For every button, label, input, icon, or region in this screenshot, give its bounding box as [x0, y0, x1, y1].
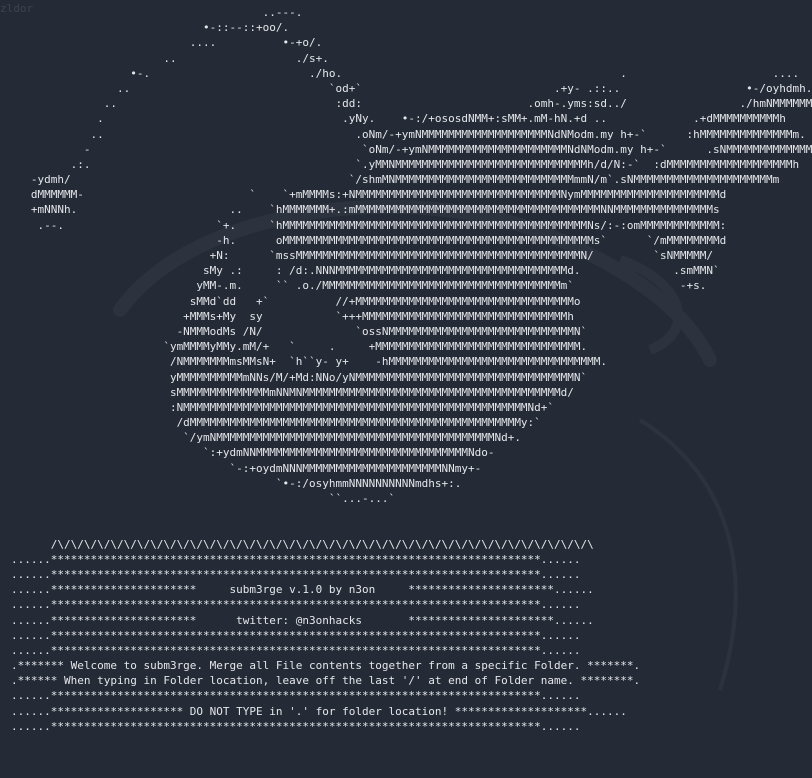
- ascii-art-line: /NMMMMMMMmsMMsN+ `h``y- y+ -hMMMMMMMMMMM…: [11, 355, 608, 369]
- terminal-window[interactable]: zldor ..---. •-::--::+oo/. .... •-+o/. .…: [0, 0, 812, 778]
- ascii-art-line: sMy .: : /d:.NNNMMMMMMMMMMMMMMMMMMMMMMMM…: [11, 264, 720, 278]
- ascii-art-line: .. :dd: .omh-.yms:sd../ ./hmNMMMMMMN:: [11, 97, 812, 111]
- ascii-art-line: `ymMMMMyMMy.mM/+ ` . +MMMMMMMMMMMMMMMMMM…: [11, 340, 588, 354]
- ascii-art-line: - `oNm/-+ymNMMMMMMMMMMMMMMMMMMMMMNdNModm…: [11, 142, 812, 156]
- banner-line: [11, 521, 812, 536]
- ascii-art-line: -ydmh/ `/shmMNMMMMMMMMMMMMMMMMMMMMMMMMMM…: [11, 173, 780, 187]
- ascii-art-line: •-. ./ho. . ....: [11, 66, 800, 80]
- ascii-art-line: .:. `.yMMNMMMMMMMMMMMMMMMMMMMMMMMMMMMMMh…: [11, 157, 800, 171]
- banner-line: ......**********************************…: [11, 643, 581, 657]
- ascii-art-line: •-::--::+oo/.: [11, 21, 290, 35]
- ascii-art-line: +mNNNh. .. `hMMMMMMM+.:mMMMMMMMMMMMMMMMM…: [11, 203, 720, 217]
- ascii-art-line: +N: `mssMMMMMMMMMMMMMMMMMMMMMMMMMMMMMMMM…: [11, 249, 713, 262]
- ascii-art-line: .--. `+. `hMMMMMMMMMMMMMMMMMMMMMMMMMMMMM…: [11, 218, 727, 232]
- banner-line: ......**********************************…: [11, 552, 581, 566]
- banner-line: ......********************** twitter: @n…: [11, 613, 594, 627]
- ascii-art-line: /dMMMMMMMMMMMMMMMMMMMMMMMMMMMMMMMMMMMMMM…: [11, 416, 541, 430]
- ascii-art-line: `-:+oydmNNNMMMMMMMMMMMMMMMMMMMMMNNmy+-: [11, 461, 482, 475]
- banner-line: ......**********************************…: [11, 628, 581, 642]
- banner-line: /\/\/\/\/\/\/\/\/\/\/\/\/\/\/\/\/\/\/\/\…: [11, 537, 594, 551]
- ascii-art-line: dMMMMMM- ` `+mMMMMs:+NMMMMMMMMMMMMMMMMMM…: [11, 188, 727, 202]
- ascii-art-line: sMMd`dd +` //+MMMMMMMMMMMMMMMMMMMMMMMMMM…: [11, 294, 581, 308]
- ascii-art-line: .. .oNm/-+ymNMMMMMMMMMMMMMMMMMMMNdNModm.…: [11, 127, 806, 141]
- app-banner: /\/\/\/\/\/\/\/\/\/\/\/\/\/\/\/\/\/\/\/\…: [11, 506, 812, 734]
- terminal-output: ..---. •-::--::+oo/. .... •-+o/. .. ./s+…: [11, 5, 812, 734]
- banner-line: ......**********************************…: [11, 719, 581, 733]
- ascii-art-line: ..---.: [11, 6, 303, 19]
- ascii-art-line: `•-:/osyhmmNNNNNNNNNNmdhs+:.: [11, 476, 462, 490]
- ascii-art-line: -NMMModMs /N/ `ossNMMMMMMMMMMMMMMMMMMMMM…: [11, 324, 588, 338]
- ascii-art-dragon: ..---. •-::--::+oo/. .... •-+o/. .. ./s+…: [11, 5, 812, 506]
- banner-line: ......**********************************…: [11, 598, 581, 612]
- ascii-art-line: -h. oMMMMMMMMMMMMMMMMMMMMMMMMMMMMMMMMMMM…: [11, 233, 727, 247]
- banner-line: [11, 506, 812, 521]
- banner-line: ......******************** DO NOT TYPE i…: [11, 704, 627, 718]
- ascii-art-line: `/ymNMMMMMMMMMMMMMMMMMMMMMMMMMMMMMMMMMMM…: [11, 431, 521, 445]
- banner-line: .****** When typing in Folder location, …: [11, 674, 641, 688]
- ascii-art-line: yMMMMMMMMMMmNNs/M/+Md:NNo/yNMMMMMMMMMMMM…: [11, 370, 588, 384]
- ascii-art-line: .. `od+` .+y- .::.. •-/oyhdmh.: [11, 81, 812, 95]
- ascii-art-line: :NMMMMMMMMMMMMMMMMMMMMMMMMMMMMMMMMMMMMMM…: [11, 400, 555, 414]
- ascii-art-line: yMM-.m. `` .o./MMMMMMMMMMMMMMMMMMMMMMMMM…: [11, 279, 707, 293]
- ascii-art-line: .... •-+o/.: [11, 36, 323, 50]
- ascii-art-line: `:+ydmNNMMMMMMMMMMMMMMMMMMMMMMMMMMMMMMMM…: [11, 446, 495, 460]
- ascii-art-line: .. ./s+.: [11, 51, 329, 65]
- banner-line: ......********************** subm3rge v.…: [11, 583, 594, 597]
- banner-line: ......**********************************…: [11, 567, 581, 581]
- banner-line: .******* Welcome to subm3rge. Merge all …: [11, 659, 641, 673]
- ascii-art-line: . .yNy. •-:/+ososdNMM+:sMM+.mM-hN.+d .. …: [11, 112, 786, 126]
- ascii-art-line: +MMMs+My sy `+++MMMMMMMMMMMMMMMMMMMMMMMM…: [11, 309, 574, 323]
- ascii-art-line: sMMMMMMMMMMMMMMmNNMNMMMMMMMMMMMMMMMMMMMM…: [11, 385, 574, 399]
- banner-line: ......**********************************…: [11, 689, 581, 703]
- ascii-art-line: ``...-...`: [11, 492, 396, 505]
